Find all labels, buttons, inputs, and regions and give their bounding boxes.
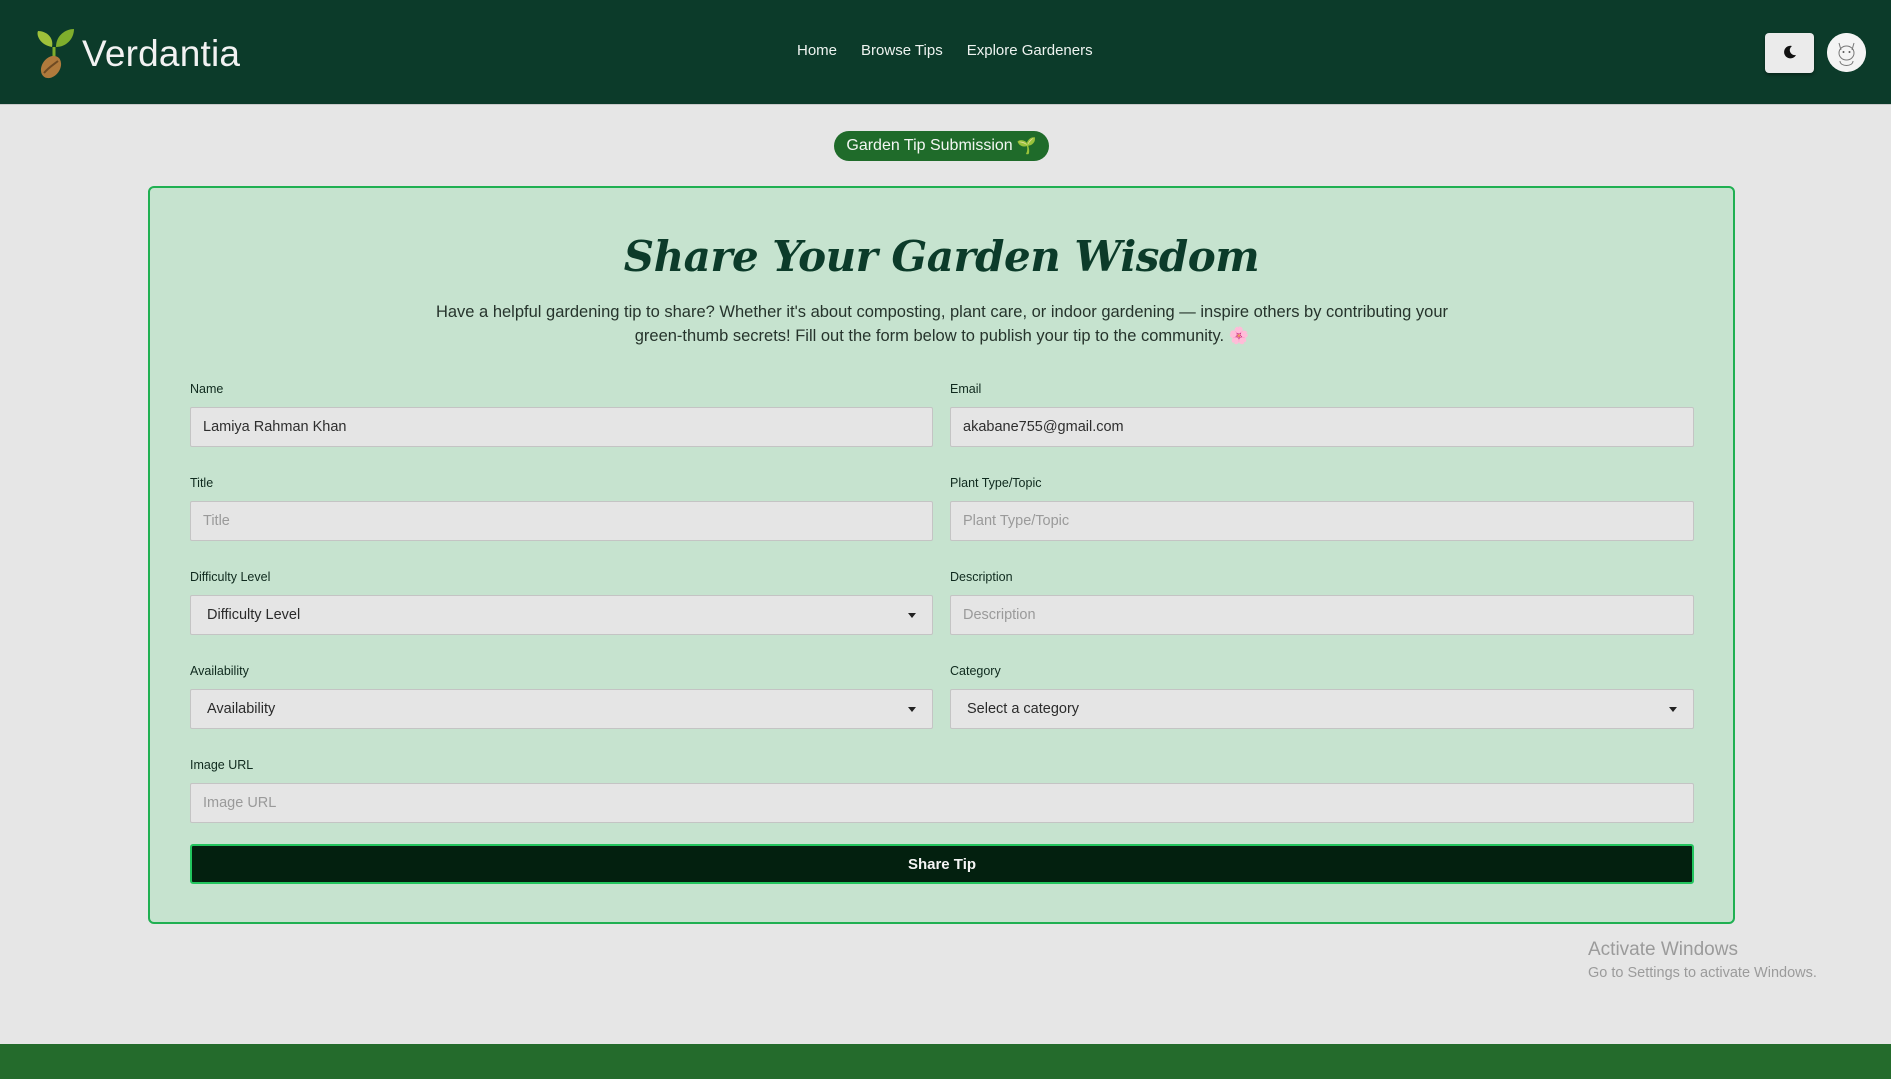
main-nav: Home Browse Tips Explore Gardeners [797, 42, 1093, 59]
badge-label: Garden Tip Submission [846, 137, 1013, 154]
submission-badge: Garden Tip Submission 🌱 [834, 131, 1049, 161]
brand-link[interactable]: Verdantia [36, 26, 240, 82]
seedling-icon: 🌱 [1016, 138, 1037, 155]
category-select[interactable]: Select a category [950, 689, 1694, 729]
activate-windows-watermark: Activate Windows Go to Settings to activ… [1588, 939, 1817, 981]
category-label: Category [950, 664, 1001, 678]
footer [0, 1044, 1891, 1079]
tip-form-card: Share Your Garden Wisdom Have a helpful … [148, 186, 1735, 924]
name-input[interactable] [190, 407, 933, 447]
image-url-label: Image URL [190, 758, 254, 772]
theme-toggle-button[interactable] [1765, 33, 1814, 73]
chevron-down-icon [1669, 706, 1677, 712]
plant-type-label: Plant Type/Topic [950, 476, 1042, 490]
share-tip-button[interactable]: Share Tip [190, 844, 1694, 884]
watermark-title: Activate Windows [1588, 939, 1738, 960]
title-label: Title [190, 476, 214, 490]
form-description: Have a helpful gardening tip to share? W… [435, 303, 1449, 345]
availability-select[interactable]: Availability [190, 689, 933, 729]
description-label: Description [950, 570, 1013, 584]
chevron-down-icon [908, 612, 916, 618]
difficulty-select[interactable]: Difficulty Level [190, 595, 933, 635]
nav-browse-tips[interactable]: Browse Tips [861, 42, 943, 59]
user-avatar[interactable] [1827, 33, 1866, 72]
difficulty-label: Difficulty Level [190, 570, 271, 584]
availability-selected: Availability [207, 701, 276, 717]
title-input[interactable] [190, 501, 933, 541]
leaf-seed-logo-icon [36, 27, 78, 81]
nav-home[interactable]: Home [797, 42, 837, 59]
category-selected: Select a category [967, 701, 1080, 717]
navbar: Verdantia Home Browse Tips Explore Garde… [0, 0, 1891, 105]
image-url-input[interactable] [190, 783, 1694, 823]
email-label: Email [950, 382, 982, 396]
brand-name: Verdantia [82, 33, 241, 74]
email-input[interactable] [950, 407, 1694, 447]
difficulty-selected: Difficulty Level [207, 607, 301, 623]
name-label: Name [190, 382, 224, 396]
cat-avatar-icon [1827, 33, 1866, 72]
chevron-down-icon [908, 706, 916, 712]
form-title: Share Your Garden Wisdom [623, 232, 1260, 281]
watermark-subtitle: Go to Settings to activate Windows. [1588, 965, 1817, 981]
description-input[interactable] [950, 595, 1694, 635]
plant-type-input[interactable] [950, 501, 1694, 541]
moon-icon [1783, 45, 1797, 62]
availability-label: Availability [190, 664, 249, 678]
nav-explore-gardeners[interactable]: Explore Gardeners [967, 42, 1093, 59]
